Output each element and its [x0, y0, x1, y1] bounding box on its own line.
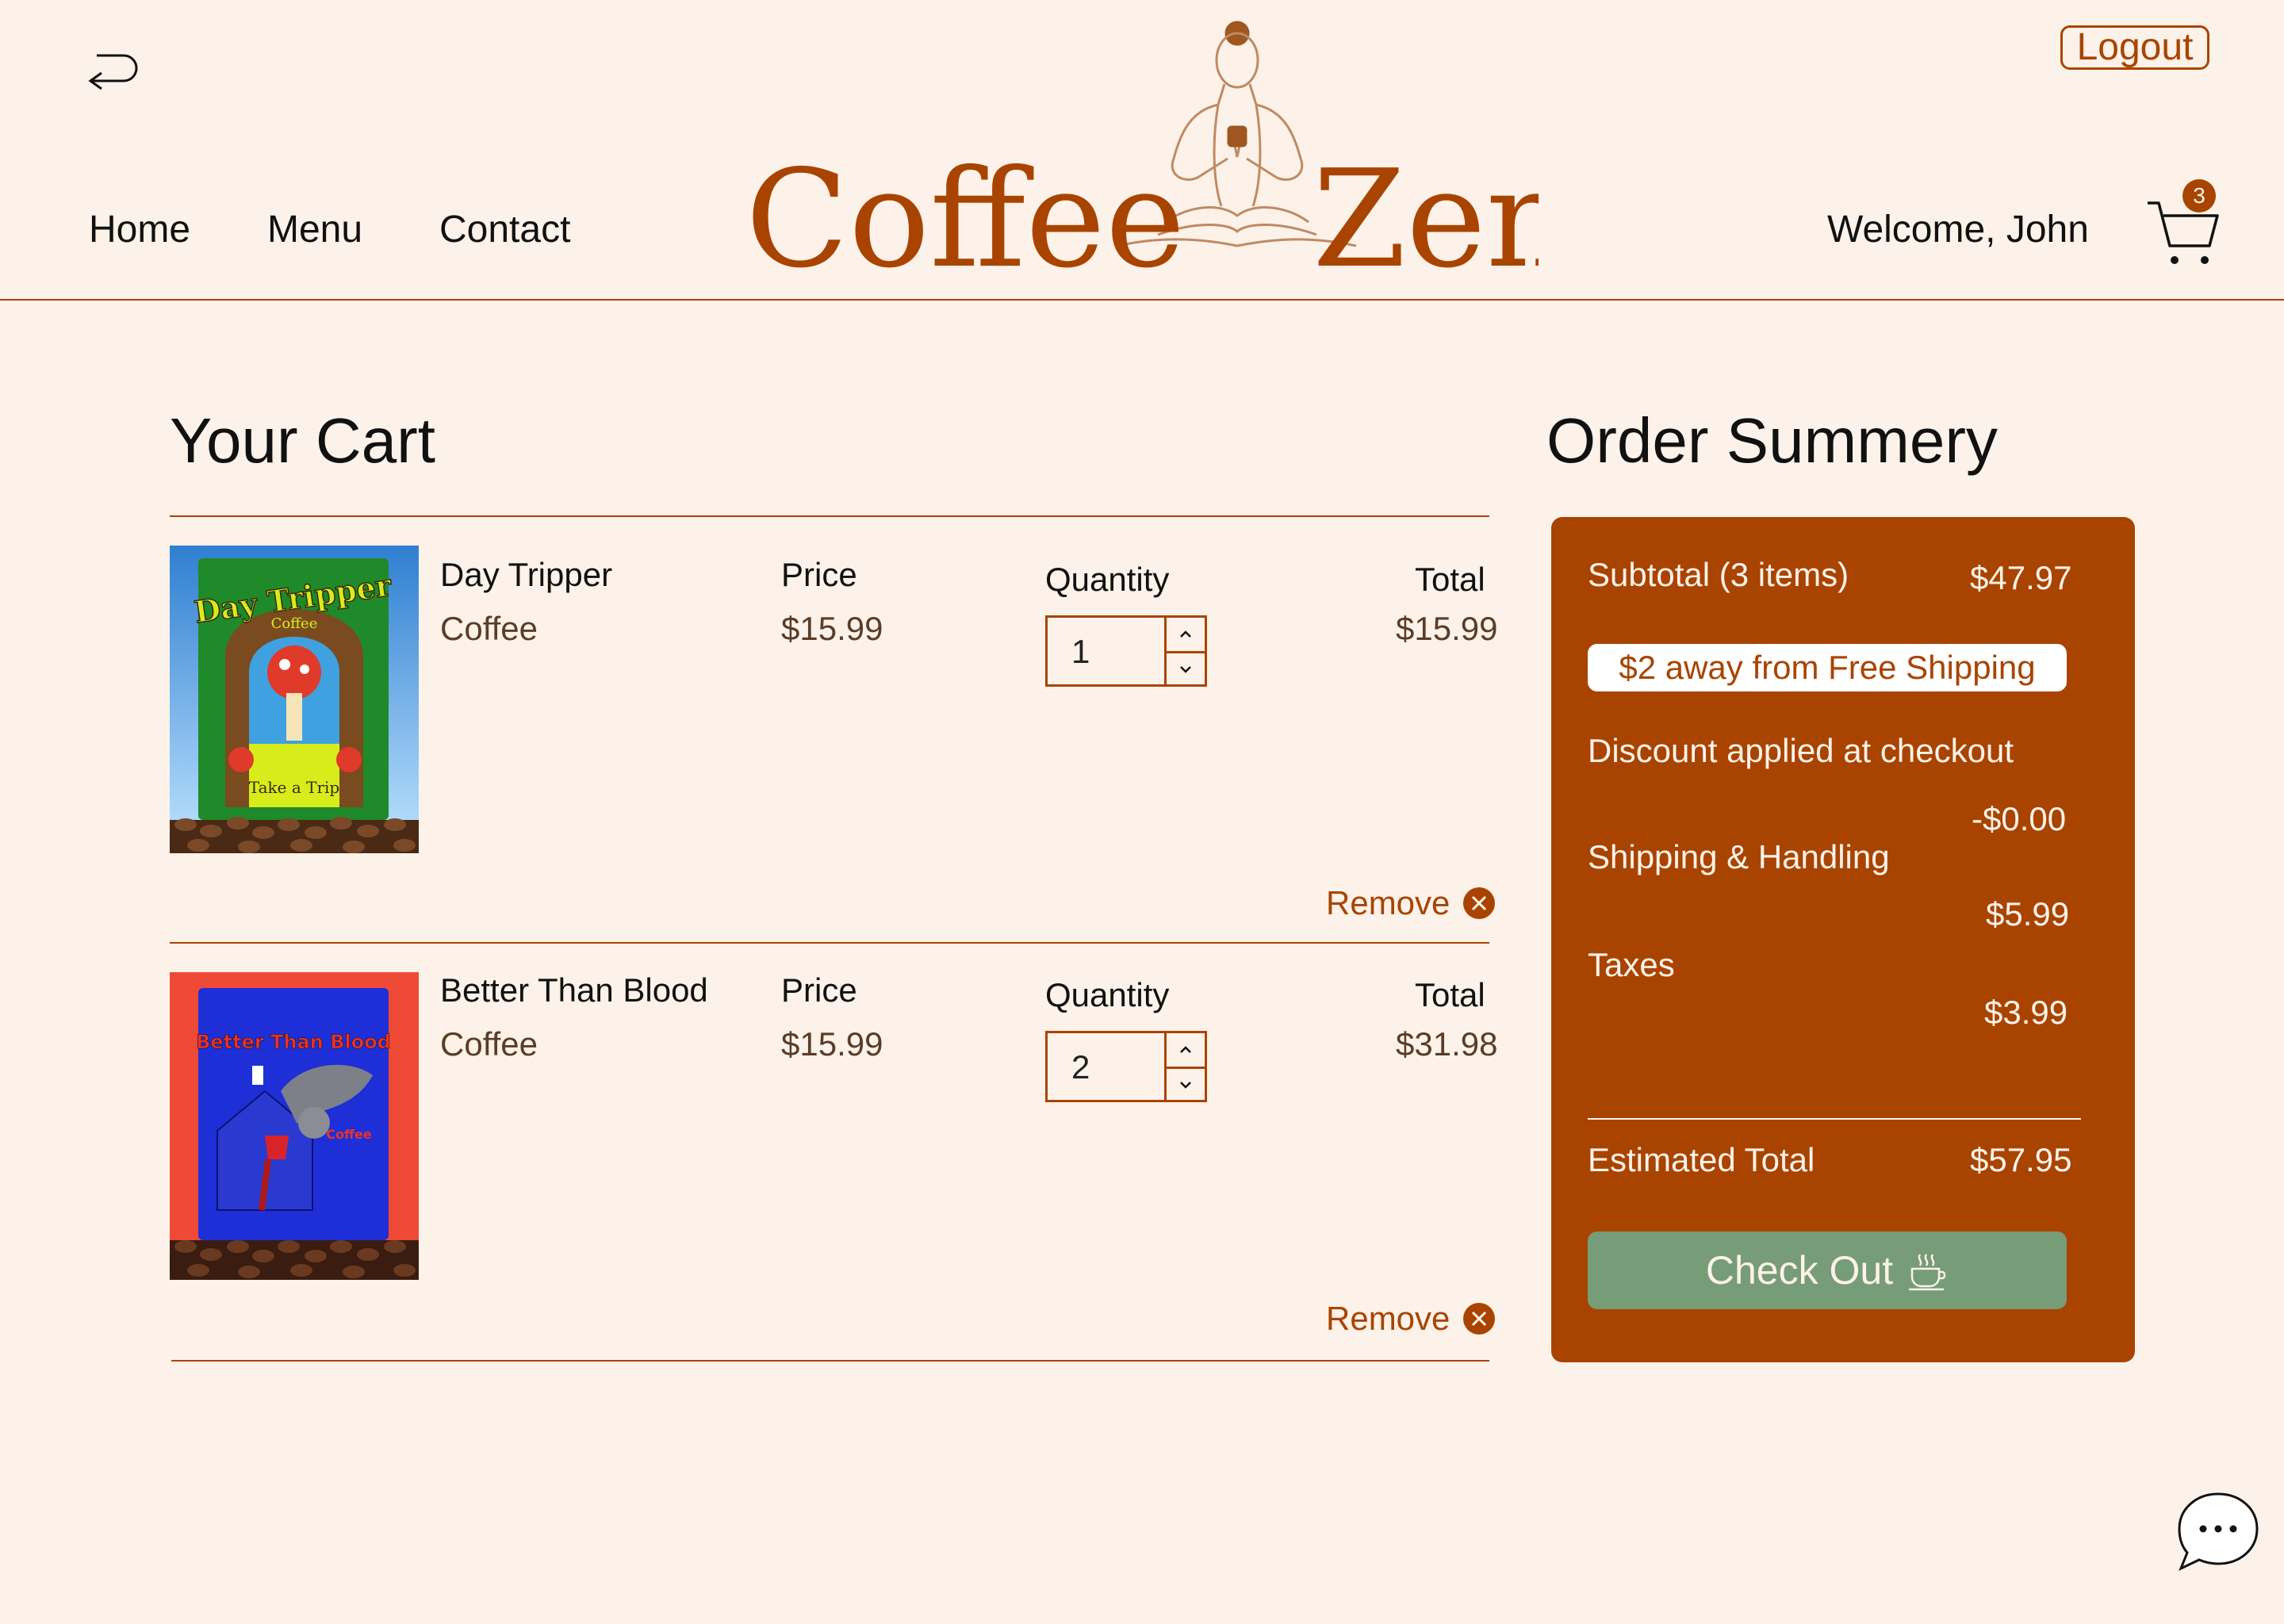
close-circle-icon [1463, 1303, 1495, 1335]
item-name[interactable]: Better Than Blood [440, 969, 708, 1012]
price-label: Price [781, 971, 857, 1009]
total-label: Total [1415, 976, 1485, 1013]
checkout-label: Check Out [1705, 1248, 1894, 1293]
remove-item-icon[interactable] [1462, 1302, 1496, 1335]
discount-label: Discount applied at checkout [1588, 732, 2014, 769]
nav-contact[interactable]: Contact [439, 205, 570, 255]
checkout-button[interactable]: Check Out [1588, 1231, 2067, 1309]
quantity-label: Quantity [1045, 976, 1170, 1013]
price-label: Price [781, 556, 857, 593]
quantity-value[interactable]: 2 [1071, 1048, 1090, 1087]
quantity-label: Quantity [1045, 561, 1170, 598]
quantity-increment-button[interactable] [1167, 618, 1205, 651]
chevron-down-icon [1180, 665, 1191, 673]
estimated-total-value: $57.95 [1970, 1141, 2072, 1178]
product-image-day-tripper[interactable]: Day Tripper Coffee Take a Trip [170, 546, 419, 853]
quantity-decrement-button[interactable] [1167, 1067, 1205, 1100]
estimated-total-label: Estimated Total [1588, 1141, 1815, 1178]
quantity-stepper[interactable]: 2 [1045, 1031, 1207, 1102]
svg-text:Better Than Blood: Better Than Blood [196, 1031, 391, 1053]
subtotal-label: Subtotal (3 items) [1588, 556, 1849, 593]
back-button[interactable] [79, 44, 143, 92]
remove-item-icon[interactable] [1462, 887, 1496, 920]
quantity-value[interactable]: 1 [1071, 632, 1090, 672]
chat-button[interactable] [2175, 1489, 2262, 1576]
summary-divider [1588, 1118, 2081, 1120]
chevron-down-icon [1180, 1081, 1191, 1089]
item-price: $15.99 [781, 610, 883, 647]
svg-text:Coffee: Coffee [326, 1127, 372, 1142]
return-arrow-icon [88, 54, 138, 90]
item-category: Coffee [440, 1025, 538, 1063]
item-divider [170, 942, 1489, 944]
nav-home[interactable]: Home [89, 205, 190, 255]
summary-title: Order Summery [1546, 405, 1998, 476]
logout-button[interactable]: Logout [2060, 25, 2209, 70]
remove-item-button[interactable]: Remove [1326, 882, 1450, 925]
item-category: Coffee [440, 610, 538, 647]
total-label: Total [1415, 561, 1485, 598]
logo-zen-text: Zen [1313, 141, 1539, 278]
chevron-up-icon [1180, 630, 1191, 638]
taxes-label: Taxes [1588, 946, 1675, 983]
discount-value: -$0.00 [1972, 800, 2067, 837]
taxes-value: $3.99 [1984, 994, 2068, 1031]
logo-coffee-text: Coffee [745, 141, 1185, 278]
header-divider [0, 299, 2284, 301]
subtotal-value: $47.97 [1970, 559, 2072, 596]
shipping-label: Shipping & Handling [1588, 838, 1890, 875]
product-image-better-than-blood[interactable]: Better Than Blood Coffee [170, 972, 419, 1280]
chevron-up-icon [1180, 1046, 1191, 1053]
welcome-message: Welcome, John [1827, 209, 2089, 251]
nav-menu[interactable]: Menu [267, 205, 362, 255]
coffee-cup-icon [1909, 1254, 1946, 1291]
cart-top-divider [170, 515, 1489, 517]
free-shipping-banner: $2 away from Free Shipping [1588, 644, 2067, 691]
coffee-zen-logo[interactable]: Coffee Zen [745, 8, 1573, 298]
quantity-stepper[interactable]: 1 [1045, 615, 1207, 687]
item-price: $15.99 [781, 1025, 883, 1063]
svg-text:Take a Trip: Take a Trip [249, 778, 339, 797]
item-total: $15.99 [1396, 610, 1498, 647]
item-total: $31.98 [1396, 1025, 1498, 1063]
quantity-decrement-button[interactable] [1167, 651, 1205, 684]
remove-item-button[interactable]: Remove [1326, 1297, 1450, 1340]
svg-text:Coffee: Coffee [271, 615, 318, 632]
item-name[interactable]: Day Tripper [440, 553, 612, 596]
cart-bottom-divider [171, 1360, 1489, 1362]
quantity-increment-button[interactable] [1167, 1033, 1205, 1067]
cart-count-badge: 3 [2182, 179, 2216, 213]
cart-title: Your Cart [170, 405, 435, 476]
close-circle-icon [1463, 887, 1495, 919]
chat-bubble-icon [2178, 1492, 2259, 1572]
shipping-value: $5.99 [1986, 895, 2070, 933]
